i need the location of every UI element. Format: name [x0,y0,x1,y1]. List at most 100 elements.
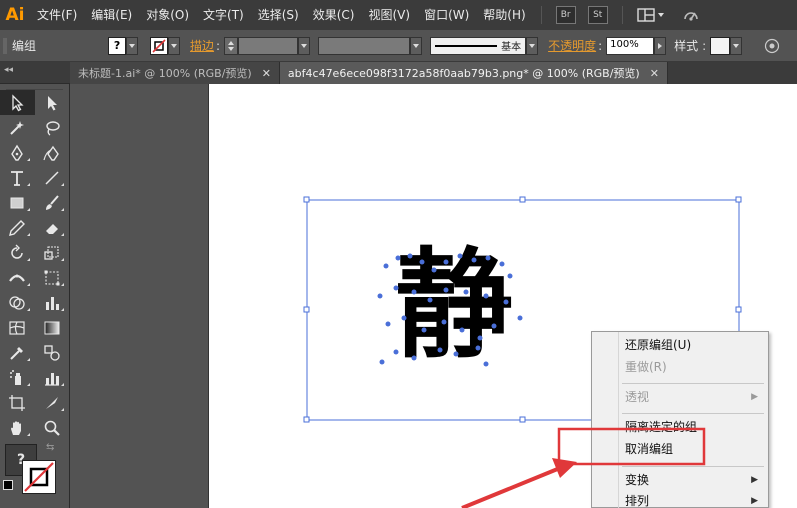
opacity-label[interactable]: 不透明度 [542,37,598,54]
opacity-slider-button[interactable] [654,36,667,55]
eraser-icon [45,223,58,234]
pen-tool[interactable] [0,140,35,165]
collapse-icon[interactable]: ◂◂ [4,65,13,75]
blend-icon [44,344,60,361]
menu-view[interactable]: 视图(V) [361,0,417,30]
menu-item-redo: 重做(R) [625,360,667,374]
colon: : [702,38,707,53]
style-label: 样式 [674,39,699,53]
menu-item-ungroup[interactable]: 取消编组 [592,438,768,460]
menu-item-isolate-group[interactable]: 隔离选定的组 [592,416,768,438]
blend-tool[interactable] [35,340,70,365]
menu-select[interactable]: 选择(S) [251,0,306,30]
chevron-down-icon [413,43,420,48]
zoom-tool[interactable] [35,415,70,440]
tab-untitled-1[interactable]: 未标题-1.ai* @ 100% (RGB/预览) ✕ [70,62,280,84]
menu-help[interactable]: 帮助(H) [476,0,532,30]
symbol-sprayer-tool[interactable] [0,365,35,390]
direct-selection-tool[interactable] [35,90,70,115]
line-segment-tool[interactable] [35,165,70,190]
eyedropper-tool[interactable] [0,340,35,365]
sync-settings-button[interactable] [682,6,700,24]
stroke-label[interactable]: 描边 [184,37,216,54]
menu-window[interactable]: 窗口(W) [417,0,476,30]
recolor-artwork-icon[interactable] [764,38,780,54]
pencil-icon [9,219,26,236]
tab-png-document[interactable]: abf4c47e6ece098f3172a58f0aab79b3.png* @ … [279,62,668,84]
bar-chart-icon [44,372,59,386]
graphic-style-dropdown[interactable] [730,36,743,55]
paintbrush-tool[interactable] [35,190,70,215]
stroke-swatch[interactable] [150,36,169,55]
chevron-down-icon [657,13,664,17]
stock-button[interactable]: St [587,6,608,24]
eraser-tool[interactable] [35,215,70,240]
close-icon[interactable]: ✕ [650,67,659,80]
menu-item-arrange[interactable]: 排列 ▶ [592,490,768,508]
width-tool[interactable] [0,265,35,290]
no-stroke-icon [24,462,54,492]
menu-effect[interactable]: 效果(C) [306,0,362,30]
swap-fill-stroke-icon[interactable]: ⇆ [46,442,54,453]
bridge-button[interactable]: Br [555,6,576,24]
graphic-style-swatch[interactable] [710,36,731,55]
menu-item-transform[interactable]: 变换 ▶ [592,469,768,491]
menubar-divider [621,6,623,24]
rectangle-tool[interactable] [0,190,35,215]
rotate-tool[interactable] [0,240,35,265]
rotate-icon [11,244,23,259]
unknown-fill-icon: ? [113,39,121,52]
free-transform-tool[interactable] [35,265,70,290]
opacity-field[interactable]: 100% [606,36,655,55]
stroke-dropdown[interactable] [168,36,181,55]
stroke-weight-dropdown[interactable] [298,36,311,55]
arrange-documents-button[interactable] [636,8,664,22]
gradient-tool[interactable] [35,315,70,340]
type-icon [11,170,24,186]
scale-tool[interactable] [35,240,70,265]
chevron-down-icon [129,43,136,48]
slice-tool[interactable] [35,390,70,415]
menu-item-undo-group[interactable]: 还原编组(U) [592,334,768,356]
magnifier-icon [44,420,60,436]
column-graph-tool[interactable] [35,365,70,390]
brush-definition[interactable]: 基本 [430,36,527,55]
curvature-tool[interactable] [35,140,70,165]
fill-swatch[interactable]: ? [108,36,127,55]
artwork-glyph[interactable]: 静 [372,240,532,370]
menu-separator [622,383,764,384]
close-icon[interactable]: ✕ [262,67,271,80]
magic-wand-tool[interactable] [0,115,35,140]
menu-file[interactable]: 文件(F) [30,0,84,30]
stroke-box[interactable] [22,460,56,494]
rectangle-icon [10,197,24,208]
menu-object[interactable]: 对象(O) [139,0,196,30]
free-transform-icon [44,270,60,285]
selection-arrow-icon [12,93,24,111]
chevron-down-icon [301,43,308,48]
slice-icon [45,396,58,409]
stroke-preview [435,44,498,47]
layout-grid-icon [636,8,655,22]
brush-dropdown[interactable] [526,36,539,55]
menu-edit[interactable]: 编辑(E) [84,0,139,30]
column-graph-icon [45,296,59,310]
variable-width-dropdown[interactable] [410,36,423,55]
selection-tool[interactable] [0,90,35,115]
hand-tool[interactable] [0,415,35,440]
pencil-tool[interactable] [0,215,35,240]
chevron-down-icon [733,43,740,48]
shape-builder-tool[interactable] [0,290,35,315]
eyedropper-icon [10,346,24,360]
stroke-weight-field[interactable] [238,36,299,55]
variable-width-profile[interactable] [318,36,411,55]
graph-tool[interactable] [35,290,70,315]
artboard-tool[interactable] [0,390,35,415]
fill-dropdown[interactable] [126,36,139,55]
mesh-tool[interactable] [0,315,35,340]
type-tool[interactable] [0,165,35,190]
lasso-tool[interactable] [35,115,70,140]
menu-type[interactable]: 文字(T) [196,0,251,30]
stroke-weight-stepper[interactable] [224,36,239,55]
default-fill-stroke-icon[interactable] [3,480,13,490]
